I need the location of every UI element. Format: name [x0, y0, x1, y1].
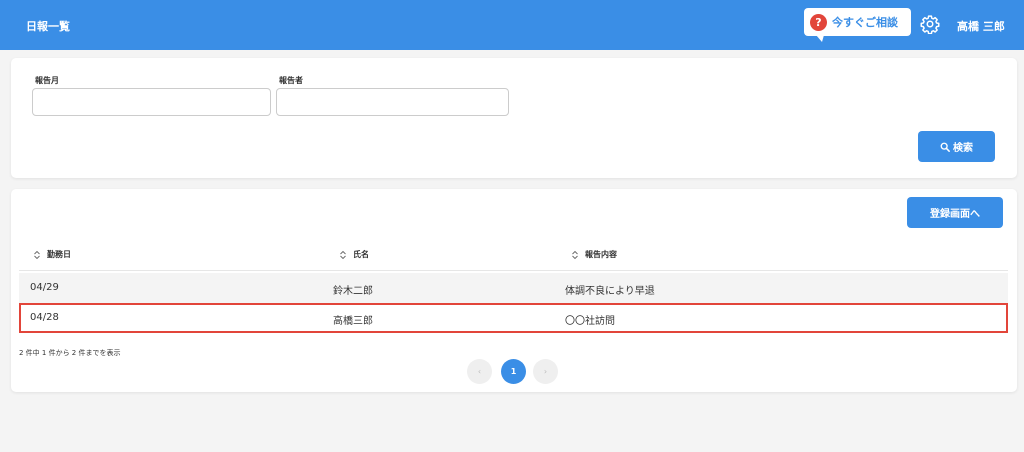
column-header-content[interactable]: 報告内容	[571, 249, 617, 260]
search-icon	[940, 142, 950, 152]
register-button[interactable]: 登録画面へ	[907, 197, 1003, 228]
table-header: 勤務日 氏名 報告内容	[19, 236, 1008, 271]
page-title: 日報一覧	[26, 20, 70, 33]
user-name[interactable]: 高橋 三郎	[957, 18, 1005, 34]
column-label: 勤務日	[47, 250, 71, 259]
cell-date: 04/28	[30, 312, 59, 323]
column-label: 報告内容	[585, 250, 617, 259]
cell-content: 〇〇社訪問	[565, 316, 615, 327]
month-label: 報告月	[35, 76, 59, 85]
cell-date: 04/29	[30, 282, 59, 293]
report-list-panel: 登録画面へ 勤務日 氏名 報告内容 04/29 鈴木二郎 体調不良により早退 0…	[11, 189, 1017, 392]
consult-label: 今すぐご相談	[832, 16, 898, 29]
reporter-label: 報告者	[279, 76, 303, 85]
app-header: 日報一覧 ? 今すぐご相談 高橋 三郎	[0, 0, 1024, 50]
search-button-label: 検索	[953, 143, 973, 154]
column-header-date[interactable]: 勤務日	[33, 249, 71, 260]
column-label: 氏名	[353, 250, 369, 259]
cell-name: 高橋三郎	[333, 316, 373, 327]
column-header-name[interactable]: 氏名	[339, 249, 369, 260]
pagination-summary: 2 件中 1 件から 2 件までを表示	[19, 349, 121, 357]
table-row[interactable]: 04/28 高橋三郎 〇〇社訪問	[19, 303, 1008, 333]
consult-button[interactable]: ? 今すぐご相談	[804, 8, 911, 42]
sort-icon	[340, 250, 346, 259]
reporter-input[interactable]	[276, 88, 509, 116]
sort-icon	[572, 250, 578, 259]
month-input[interactable]	[32, 88, 271, 116]
cell-name: 鈴木二郎	[333, 286, 373, 297]
table-row[interactable]: 04/29 鈴木二郎 体調不良により早退	[19, 273, 1008, 303]
sort-icon	[34, 250, 40, 259]
search-button[interactable]: 検索	[918, 131, 995, 162]
cell-content: 体調不良により早退	[565, 286, 655, 297]
prev-page-button[interactable]: ‹	[467, 359, 492, 384]
next-page-button[interactable]: ›	[533, 359, 558, 384]
help-icon: ?	[810, 13, 827, 31]
search-panel: 報告月 報告者 検索	[11, 58, 1017, 178]
gear-icon[interactable]	[920, 14, 940, 34]
page-1-button[interactable]: 1	[501, 359, 526, 384]
